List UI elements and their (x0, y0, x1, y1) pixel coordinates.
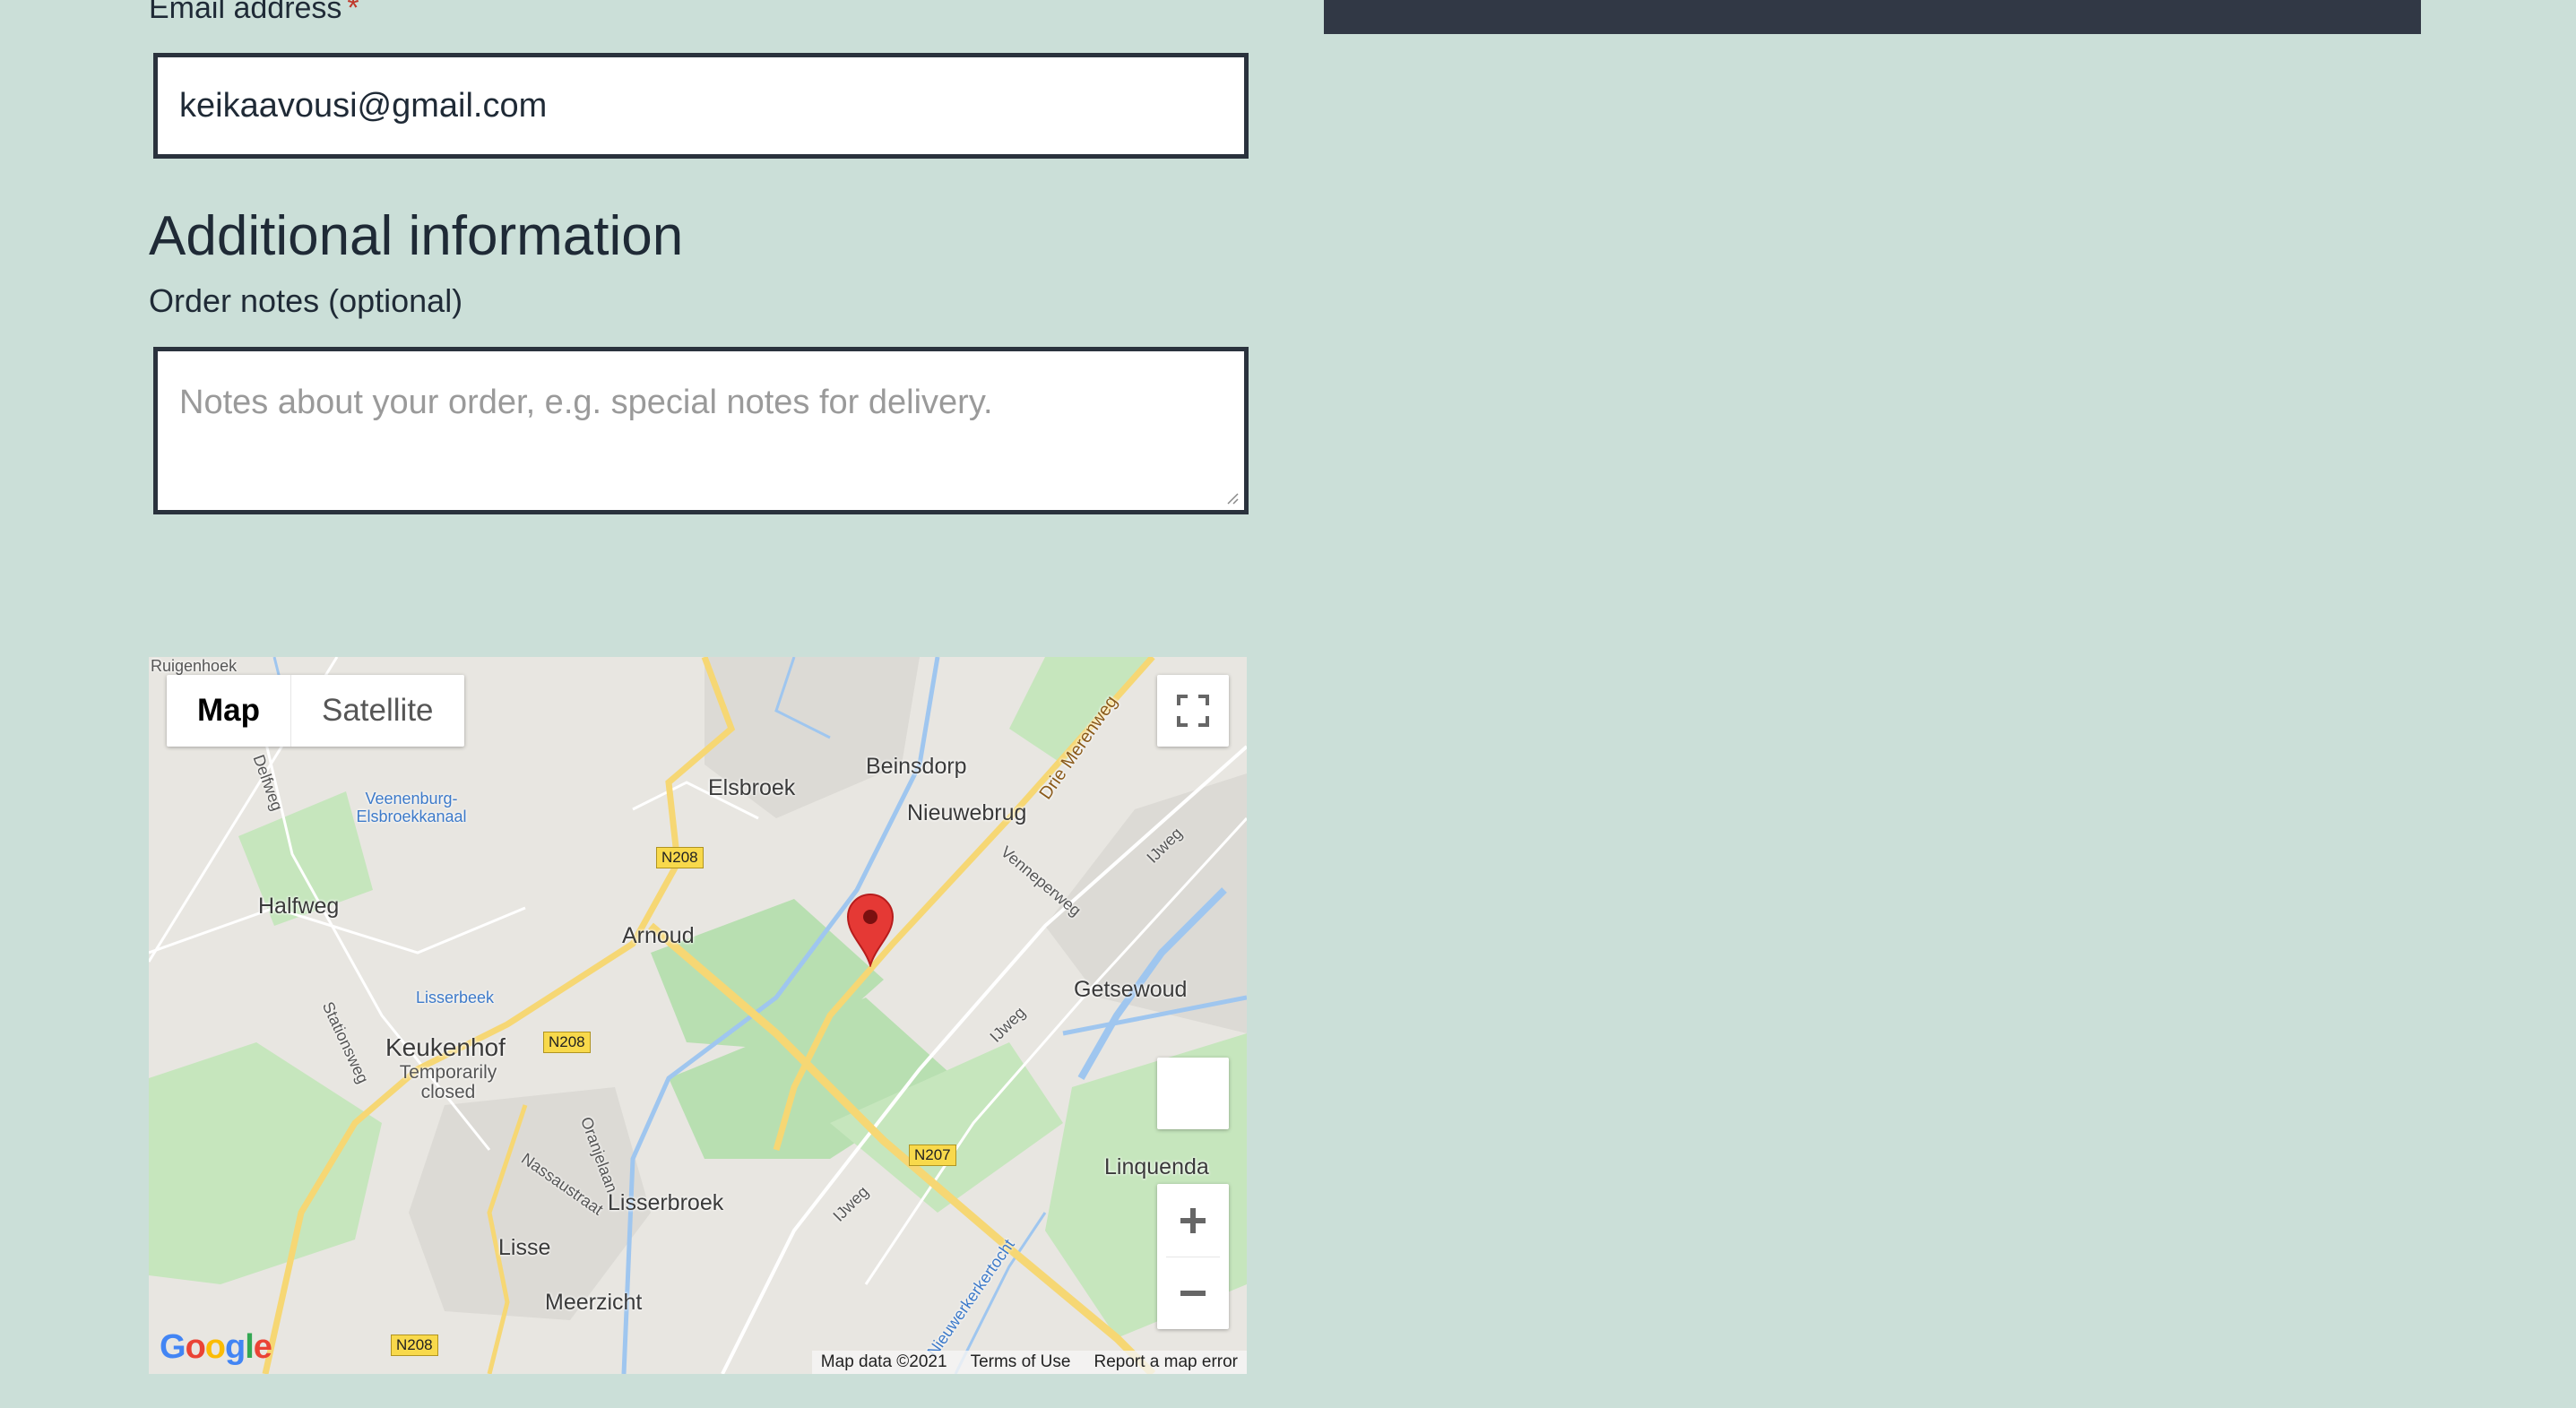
water-lisserbeek: Lisserbeek (416, 989, 495, 1006)
place-halfweg: Halfweg (258, 894, 340, 919)
google-logo[interactable]: Google (160, 1328, 272, 1367)
zoom-out-button[interactable] (1157, 1257, 1229, 1329)
map-type-control: Map Satellite (167, 675, 464, 747)
section-heading: Additional information (149, 205, 684, 267)
place-arnoud: Arnoud (622, 923, 695, 948)
place-getsewoud: Getsewoud (1074, 977, 1188, 1002)
google-map[interactable]: Ruigenhoek Beinsdorp Elsbroek Nieuwebrug… (149, 657, 1247, 1374)
location-marker-icon[interactable] (846, 894, 895, 967)
map-tiles[interactable] (149, 657, 1247, 1374)
map-data-credit: Map data ©2021 (820, 1352, 947, 1371)
place-keukenhof-status: Temporarily closed (399, 1062, 497, 1102)
order-summary-panel (1324, 0, 2421, 34)
resize-grip-icon[interactable] (1224, 490, 1239, 505)
minus-icon (1180, 1290, 1206, 1296)
order-notes-label: Order notes (optional) (149, 282, 463, 319)
terms-of-use-link[interactable]: Terms of Use (971, 1352, 1071, 1372)
email-label: Email address * (149, 0, 359, 26)
place-lisserbroek: Lisserbroek (608, 1190, 724, 1215)
water-kanaal: Veenenburg-Elsbroekkanaal (356, 790, 467, 825)
place-lisse: Lisse (498, 1235, 551, 1260)
required-mark: * (347, 0, 359, 25)
zoom-in-button[interactable] (1157, 1185, 1229, 1257)
place-beinsdorp: Beinsdorp (866, 754, 967, 779)
place-keukenhof: Keukenhof (385, 1033, 506, 1061)
zoom-control (1157, 1184, 1229, 1329)
road-shield-n208-top: N208 (656, 847, 704, 868)
fullscreen-icon (1177, 695, 1209, 727)
order-notes-textarea[interactable]: Notes about your order, e.g. special not… (153, 347, 1249, 514)
email-input[interactable]: keikaavousi@gmail.com (153, 53, 1249, 159)
place-linquenda: Linquenda (1104, 1154, 1209, 1179)
map-type-satellite-button[interactable]: Satellite (291, 675, 464, 747)
place-nieuwebrug: Nieuwebrug (907, 800, 1027, 825)
map-type-map-button[interactable]: Map (167, 675, 290, 747)
road-shield-n207: N207 (909, 1145, 956, 1166)
road-shield-n208-mid: N208 (543, 1032, 591, 1053)
place-meerzicht: Meerzicht (545, 1290, 643, 1315)
place-ruigenhoek: Ruigenhoek (151, 657, 238, 675)
fullscreen-button[interactable] (1157, 675, 1229, 747)
street-view-pegman-button[interactable] (1157, 1058, 1229, 1129)
road-shield-n208-bottom: N208 (391, 1335, 438, 1356)
place-elsbroek: Elsbroek (708, 775, 796, 800)
report-map-error-link[interactable]: Report a map error (1094, 1352, 1238, 1372)
plus-icon (1180, 1207, 1206, 1233)
map-attribution: Map data ©2021 Terms of Use Report a map… (811, 1351, 1247, 1374)
order-notes-placeholder: Notes about your order, e.g. special not… (179, 384, 993, 421)
